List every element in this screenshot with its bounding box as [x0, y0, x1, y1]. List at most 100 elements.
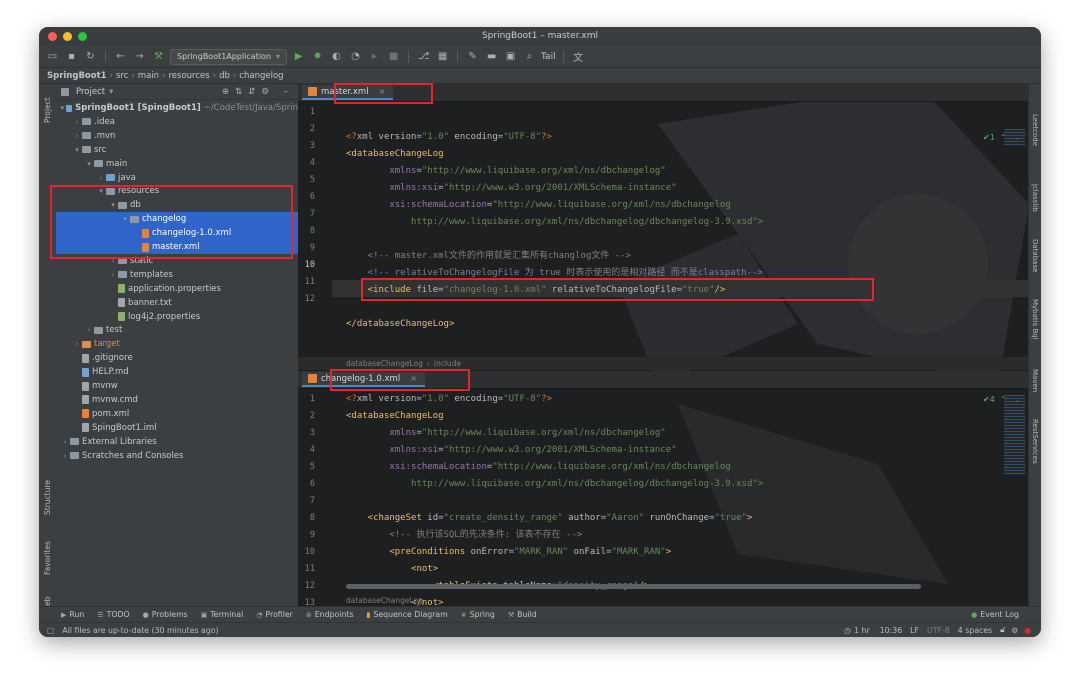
- project-tree-item[interactable]: › Scratches and Consoles: [56, 449, 298, 463]
- project-tree-item[interactable]: pom.xml: [56, 407, 298, 421]
- folder-icon[interactable]: ▬: [484, 49, 499, 64]
- search-icon[interactable]: ⌕: [522, 49, 537, 64]
- inspection-status[interactable]: ✔4: [983, 395, 995, 404]
- project-tree-item[interactable]: › External Libraries: [56, 435, 298, 449]
- project-tree-item[interactable]: .gitignore: [56, 351, 298, 365]
- terminal-icon[interactable]: ▣: [503, 49, 518, 64]
- problems-tool-button[interactable]: ● Problems: [143, 610, 188, 619]
- project-tree-item[interactable]: › .mvn: [56, 129, 298, 143]
- expand-arrow-icon[interactable]: ›: [60, 438, 70, 446]
- expand-arrow-icon[interactable]: ›: [72, 118, 82, 126]
- git-icon[interactable]: ⎇: [416, 49, 431, 64]
- settings-icon[interactable]: ⚙: [1011, 626, 1018, 635]
- rest-services-tool-tab[interactable]: RestServices: [1029, 419, 1041, 489]
- indent-setting[interactable]: 4 spaces: [958, 626, 992, 635]
- breadcrumb-main[interactable]: main: [138, 71, 159, 81]
- todo-tool-button[interactable]: ☰ TODO: [97, 610, 129, 619]
- expand-arrow-icon[interactable]: ›: [108, 271, 118, 279]
- build-tool-button[interactable]: ⚒ Build: [508, 610, 537, 619]
- project-tool-tab[interactable]: Project: [39, 88, 56, 132]
- status-time-ago[interactable]: 1 hr: [854, 626, 870, 635]
- mybatis-tool-tab[interactable]: Mybatis Bql: [1029, 299, 1041, 355]
- project-view-select[interactable]: Project: [76, 87, 105, 97]
- minimap-bottom[interactable]: [1004, 395, 1025, 475]
- notifications-icon[interactable]: ●: [1024, 626, 1031, 635]
- breadcrumb-project[interactable]: SpringBoot1: [47, 71, 107, 81]
- lock-icon[interactable]: 🔓︎: [1000, 625, 1005, 635]
- expand-arrow-icon[interactable]: ›: [72, 340, 82, 348]
- project-tree-item[interactable]: log4j2.properties: [56, 310, 298, 324]
- profile-icon[interactable]: ◔: [348, 49, 363, 64]
- master-xml-code[interactable]: <?xml version="1.0" encoding="UTF-8"?> <…: [346, 129, 996, 334]
- horizontal-scrollbar[interactable]: [346, 584, 921, 589]
- project-tree-item[interactable]: banner.txt: [56, 296, 298, 310]
- save-icon[interactable]: ▪: [64, 49, 79, 64]
- project-tree-item[interactable]: › .idea: [56, 115, 298, 129]
- structure-crumb[interactable]: databaseChangeLog: [346, 359, 423, 368]
- project-tree-item[interactable]: application.properties: [56, 282, 298, 296]
- structure-tool-tab[interactable]: Structure: [39, 476, 56, 520]
- zoom-window-button[interactable]: [78, 32, 87, 41]
- project-tree-item[interactable]: › test: [56, 323, 298, 337]
- breadcrumb-src[interactable]: src: [116, 71, 128, 81]
- file-encoding[interactable]: UTF-8: [927, 626, 950, 635]
- project-tree-item[interactable]: › java: [56, 171, 298, 185]
- line-separator[interactable]: LF: [910, 626, 919, 635]
- coverage-icon[interactable]: ◐: [329, 49, 344, 64]
- expand-arrow-icon[interactable]: ▾: [59, 104, 66, 112]
- back-icon[interactable]: ←: [113, 49, 128, 64]
- expand-arrow-icon[interactable]: ›: [72, 132, 82, 140]
- changelog-xml-code[interactable]: <?xml version="1.0" encoding="UTF-8"?> <…: [346, 391, 996, 616]
- expand-arrow-icon[interactable]: ▾: [84, 160, 94, 168]
- sync-icon[interactable]: ↻: [83, 49, 98, 64]
- structure-crumb[interactable]: include: [434, 359, 461, 368]
- caret-position[interactable]: 10:36: [880, 626, 902, 635]
- leetcode-tool-tab[interactable]: Leetcode: [1029, 114, 1041, 164]
- project-tree-item[interactable]: SpingBoot1.iml: [56, 421, 298, 435]
- database-tool-tab[interactable]: Database: [1029, 239, 1041, 285]
- forward-icon[interactable]: →: [132, 49, 147, 64]
- structure-crumb[interactable]: databaseChangeLog: [346, 596, 423, 605]
- project-tree-item[interactable]: ▾ SpringBoot1 [SpingBoot1] ~/CodeTest/Jav…: [56, 101, 298, 115]
- open-folder-icon[interactable]: ▭: [45, 49, 60, 64]
- build-hammer-icon[interactable]: ⚒: [151, 49, 166, 64]
- project-tree-item[interactable]: ▾ main: [56, 157, 298, 171]
- favorites-tool-tab[interactable]: Favorites: [39, 534, 56, 582]
- maven-tool-tab[interactable]: Maven: [1029, 369, 1041, 409]
- expand-arrow-icon[interactable]: ▾: [72, 146, 82, 154]
- project-tree-item[interactable]: › templates: [56, 268, 298, 282]
- translate-icon[interactable]: 文: [571, 49, 586, 64]
- project-structure-icon[interactable]: ▦: [435, 49, 450, 64]
- breadcrumb-db[interactable]: db: [219, 71, 230, 81]
- jclasslib-tool-tab[interactable]: jclasslib: [1029, 184, 1041, 230]
- project-tree-item[interactable]: › target: [56, 337, 298, 351]
- attach-icon[interactable]: ▸: [367, 49, 382, 64]
- project-tree-item[interactable]: ▾ src: [56, 143, 298, 157]
- run-icon[interactable]: ▶: [291, 49, 306, 64]
- expand-arrow-icon[interactable]: ›: [60, 452, 70, 460]
- debug-icon[interactable]: ✹: [310, 49, 325, 64]
- profiler-tool-button[interactable]: ◔ Profiler: [256, 610, 293, 619]
- endpoints-tool-button[interactable]: ⊛ Endpoints: [306, 610, 354, 619]
- layout-icon[interactable]: ▢: [47, 626, 54, 635]
- project-tree-item[interactable]: mvnw.cmd: [56, 393, 298, 407]
- stop-icon[interactable]: ■: [386, 49, 401, 64]
- terminal-tool-button[interactable]: ▣ Terminal: [201, 610, 244, 619]
- sequence-diagram-tool-button[interactable]: ▮ Sequence Diagram: [367, 610, 448, 619]
- project-tree-item[interactable]: HELP.md: [56, 365, 298, 379]
- run-configuration-select[interactable]: SpringBoot1Application ▾: [170, 48, 288, 65]
- wrench-icon[interactable]: ✎: [465, 49, 480, 64]
- project-tree-item[interactable]: mvnw: [56, 379, 298, 393]
- breadcrumb-changelog[interactable]: changelog: [239, 71, 283, 81]
- event-log-button[interactable]: ● Event Log: [971, 610, 1019, 619]
- run-tool-button[interactable]: ▶ Run: [61, 610, 84, 619]
- spring-tool-button[interactable]: ❦ Spring: [461, 610, 495, 619]
- tail-button[interactable]: Tail: [541, 52, 556, 62]
- close-window-button[interactable]: [48, 32, 57, 41]
- minimize-window-button[interactable]: [63, 32, 72, 41]
- inspection-status[interactable]: ✔1: [983, 133, 995, 142]
- expand-arrow-icon[interactable]: ›: [84, 326, 94, 334]
- breadcrumb-resources[interactable]: resources: [168, 71, 209, 81]
- expand-arrow-icon[interactable]: ›: [96, 174, 106, 182]
- minimap-top[interactable]: [1004, 129, 1025, 145]
